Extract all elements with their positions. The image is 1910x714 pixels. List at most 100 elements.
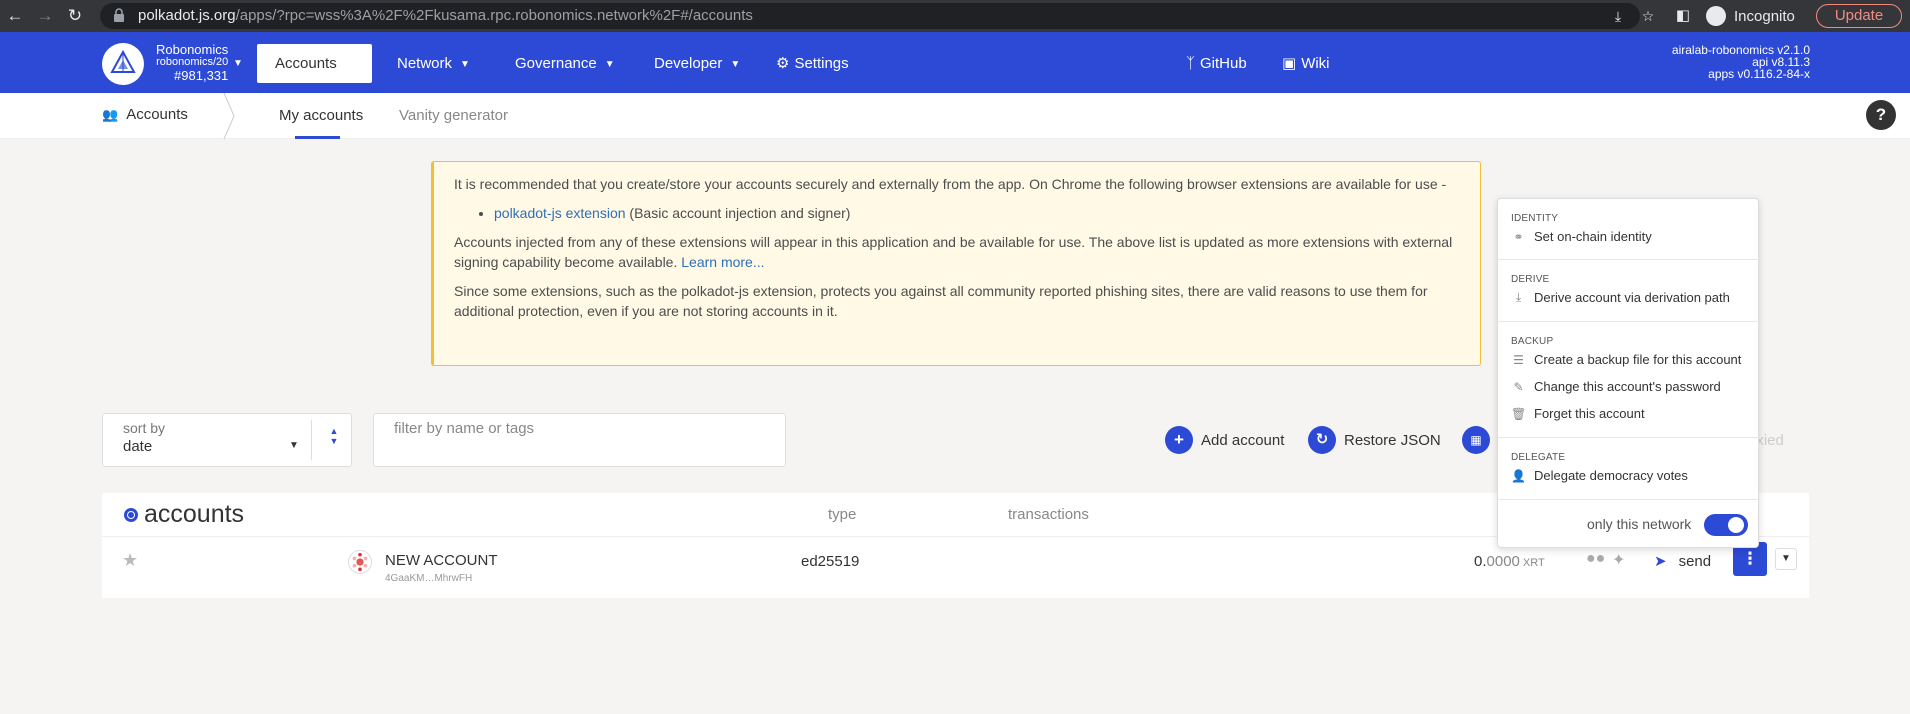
menu-item-set-identity[interactable]: ⚭ Set on-chain identity bbox=[1511, 229, 1652, 244]
apps-version: apps v0.116.2-84-x bbox=[1708, 67, 1810, 81]
notice-text: Since some extensions, such as the polka… bbox=[454, 283, 1428, 319]
favorite-star-icon[interactable]: ★ bbox=[122, 550, 138, 571]
balance-fraction: 0000 bbox=[1486, 553, 1520, 570]
menu-item-forget-account[interactable]: 🗑 Forget this account bbox=[1511, 406, 1645, 421]
send-button[interactable]: ➤ send bbox=[1654, 552, 1712, 571]
menu-item-label: Forget this account bbox=[1534, 406, 1645, 421]
back-arrow-icon[interactable]: ← bbox=[4, 5, 26, 27]
database-icon: ☰ bbox=[1513, 352, 1524, 367]
address-bar[interactable]: polkadot.js.org/apps/?rpc=wss%3A%2F%2Fku… bbox=[100, 3, 1654, 29]
help-button[interactable]: ? bbox=[1866, 100, 1896, 130]
add-account-button[interactable]: + Add account bbox=[1165, 425, 1284, 455]
git-branch-icon: ᛉ bbox=[1186, 55, 1196, 72]
only-this-network-toggle[interactable] bbox=[1704, 514, 1748, 536]
tab-governance[interactable]: Governance ▼ bbox=[497, 44, 633, 83]
qr-account-button[interactable]: ▦ bbox=[1462, 425, 1490, 455]
account-address[interactable]: 4GaaKM…MhrwFH bbox=[385, 573, 472, 584]
account-actions-menu: IDENTITY ⚭ Set on-chain identity DERIVE ⤓… bbox=[1497, 198, 1760, 548]
menu-item-label: Set on-chain identity bbox=[1534, 229, 1652, 244]
gear-icon: ⚙ bbox=[776, 55, 790, 72]
divider bbox=[1498, 437, 1760, 438]
link-chain-icon[interactable]: ●● bbox=[1586, 550, 1605, 568]
tab-accounts[interactable]: Accounts▼ bbox=[257, 44, 372, 109]
chain-logo[interactable] bbox=[102, 43, 144, 85]
identicon[interactable] bbox=[348, 550, 372, 574]
menu-item-create-backup[interactable]: ☰ Create a backup file for this account bbox=[1511, 352, 1741, 367]
accounts-dot-icon bbox=[124, 508, 138, 522]
section-delegate: DELEGATE bbox=[1511, 452, 1566, 463]
menu-item-label: Create a backup file for this account bbox=[1534, 352, 1742, 367]
caret-down-icon: ▼ bbox=[604, 59, 615, 70]
menu-item-label: Derive account via derivation path bbox=[1534, 290, 1730, 305]
menu-item-label: Change this account's password bbox=[1534, 379, 1721, 394]
caret-down-icon: ▼ bbox=[289, 440, 299, 451]
send-label: send bbox=[1678, 552, 1712, 570]
divider bbox=[311, 420, 312, 460]
menu-item-derive-account[interactable]: ⤓ Derive account via derivation path bbox=[1511, 290, 1730, 305]
sort-direction-icon[interactable]: ▲ ▼ bbox=[327, 426, 341, 446]
notice-text-body: Accounts injected from any of these exte… bbox=[454, 234, 1453, 270]
user-plus-icon: 👤 bbox=[1511, 468, 1526, 483]
chain-name: Robonomics bbox=[156, 42, 229, 57]
robonomics-logo-icon bbox=[110, 49, 136, 73]
incognito-icon bbox=[1706, 6, 1726, 26]
account-balance[interactable]: 0.0000 XRT bbox=[1474, 553, 1545, 570]
link-wiki[interactable]: ▣ Wiki bbox=[1264, 44, 1348, 83]
incognito-indicator[interactable]: Incognito bbox=[1706, 6, 1795, 26]
menu-item-label: Delegate democracy votes bbox=[1534, 468, 1688, 483]
sort-dropdown[interactable]: sort by date ▼ ▲ ▼ bbox=[102, 413, 352, 467]
active-tab-underline bbox=[295, 136, 340, 139]
learn-more-link[interactable]: Learn more... bbox=[681, 254, 764, 270]
lock-icon bbox=[114, 8, 124, 22]
link-icon: ⚭ bbox=[1513, 229, 1524, 244]
breadcrumb: 👥 Accounts bbox=[102, 106, 188, 123]
tab-vanity-generator[interactable]: Vanity generator bbox=[399, 107, 508, 124]
app-header: Robonomics robonomics/20 #981,331 ▼ Acco… bbox=[0, 32, 1910, 109]
url-text: polkadot.js.org/apps/?rpc=wss%3A%2F%2Fku… bbox=[138, 7, 753, 24]
filter-input[interactable] bbox=[394, 420, 774, 437]
network-nodes-icon[interactable]: ✦ bbox=[1612, 550, 1625, 570]
sort-label: sort by bbox=[123, 420, 166, 436]
tab-settings[interactable]: ⚙ Settings bbox=[758, 44, 867, 83]
account-name[interactable]: NEW ACCOUNT bbox=[385, 552, 498, 569]
extension-notice: It is recommended that you create/store … bbox=[431, 161, 1481, 366]
extension-description: (Basic account injection and signer) bbox=[625, 205, 851, 221]
caret-down-icon: ▼ bbox=[730, 59, 741, 70]
incognito-label: Incognito bbox=[1734, 7, 1795, 25]
reload-icon[interactable]: ↻ bbox=[64, 5, 86, 27]
qrcode-icon: ▦ bbox=[1462, 426, 1490, 454]
list-item: polkadot-js extension (Basic account inj… bbox=[494, 203, 1460, 223]
paper-plane-icon: ➤ bbox=[1654, 553, 1667, 570]
account-type: ed25519 bbox=[801, 553, 860, 570]
tab-network[interactable]: Network ▼ bbox=[379, 44, 488, 83]
restore-json-button[interactable]: ↻ Restore JSON bbox=[1308, 425, 1441, 455]
forward-arrow-icon[interactable]: → bbox=[34, 5, 56, 27]
expand-row-button[interactable]: ▼ bbox=[1775, 548, 1797, 570]
chain-selector[interactable]: Robonomics robonomics/20 #981,331 ▼ bbox=[156, 42, 243, 83]
balance-integer: 0. bbox=[1474, 553, 1487, 570]
menu-item-delegate-votes[interactable]: 👤 Delegate democracy votes bbox=[1511, 468, 1688, 483]
browser-toolbar: ← → ↻ polkadot.js.org/apps/?rpc=wss%3A%2… bbox=[0, 0, 1910, 32]
tab-my-accounts[interactable]: My accounts bbox=[279, 107, 363, 124]
update-button[interactable]: Update bbox=[1816, 4, 1902, 28]
table-title: accounts bbox=[144, 500, 245, 528]
menu-item-change-password[interactable]: ✎ Change this account's password bbox=[1511, 379, 1721, 394]
notice-text: It is recommended that you create/store … bbox=[454, 176, 1447, 192]
section-derive: DERIVE bbox=[1511, 274, 1550, 285]
only-this-network-label: only this network bbox=[1587, 516, 1692, 532]
sync-icon: ↻ bbox=[1308, 426, 1336, 454]
block-number: #981,331 bbox=[174, 68, 229, 83]
users-icon: 👥 bbox=[102, 107, 119, 122]
polkadot-extension-link[interactable]: polkadot-js extension bbox=[494, 205, 626, 221]
install-icon[interactable]: ⤓ bbox=[1608, 6, 1628, 26]
side-panel-icon[interactable]: ◧ bbox=[1672, 5, 1694, 27]
notice-text: Accounts injected from any of these exte… bbox=[454, 232, 1460, 272]
link-github[interactable]: ᛉ GitHub bbox=[1168, 44, 1265, 83]
filter-field[interactable] bbox=[373, 413, 786, 467]
caret-down-icon: ▼ bbox=[233, 58, 243, 69]
tab-developer[interactable]: Developer ▼ bbox=[636, 44, 758, 83]
trash-icon: 🗑 bbox=[1511, 406, 1527, 421]
edit-icon: ✎ bbox=[1513, 379, 1524, 394]
bookmark-star-icon[interactable]: ☆ bbox=[1638, 6, 1658, 26]
divider bbox=[1498, 321, 1760, 322]
